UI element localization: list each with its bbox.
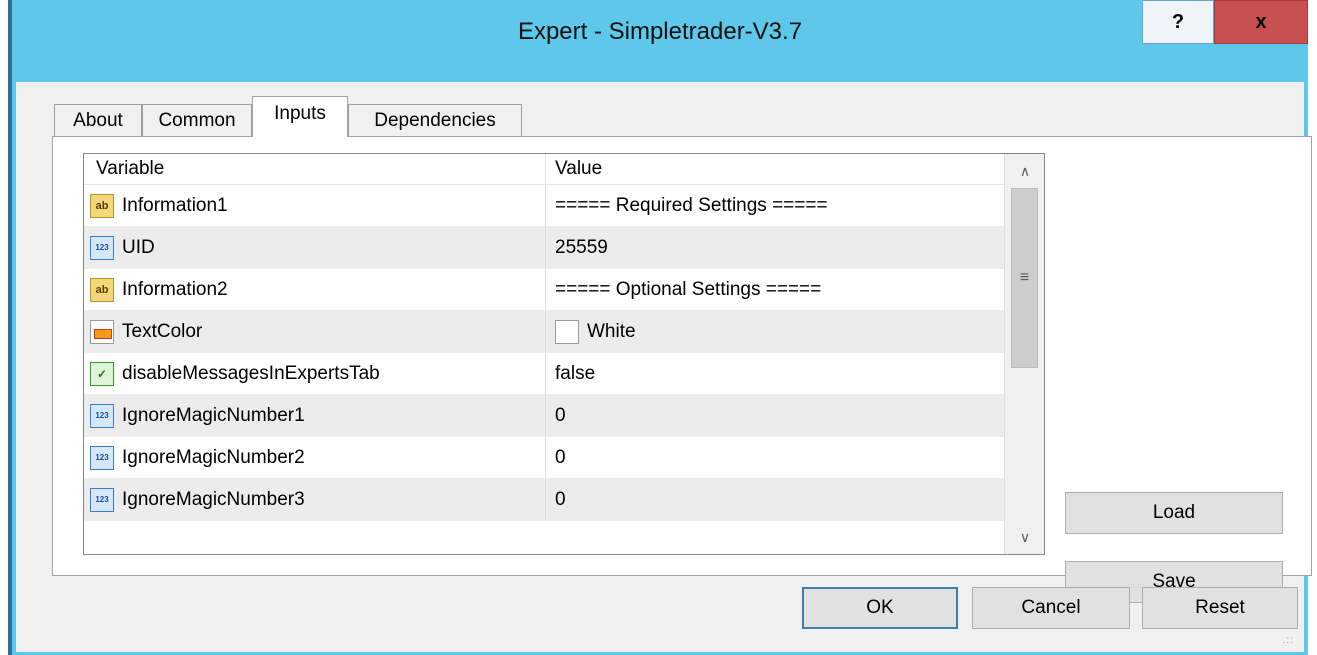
close-button[interactable]: x <box>1214 0 1308 44</box>
help-button[interactable]: ? <box>1142 0 1214 44</box>
cancel-button[interactable]: Cancel <box>972 587 1130 629</box>
tab-about[interactable]: About <box>54 104 142 136</box>
scroll-up-icon[interactable]: ∧ <box>1005 154 1044 188</box>
scroll-down-icon[interactable]: ∨ <box>1005 520 1044 554</box>
variable-cell[interactable]: ab Information1 <box>84 185 546 226</box>
table-row[interactable]: ✓ disableMessagesInExpertsTab false <box>84 353 1004 395</box>
variable-name: Information1 <box>122 194 228 216</box>
tab-common[interactable]: Common <box>142 104 252 136</box>
variable-value: 0 <box>555 488 566 510</box>
load-button[interactable]: Load <box>1065 492 1283 534</box>
variable-name: IgnoreMagicNumber1 <box>122 404 305 426</box>
resize-grip-icon[interactable]: .:: <box>1283 635 1294 646</box>
column-header-value[interactable]: Value <box>547 154 1004 184</box>
table-row[interactable]: ab Information2 ===== Optional Settings ==… <box>84 269 1004 311</box>
variable-value: 25559 <box>555 236 608 258</box>
color-icon <box>90 319 114 344</box>
variable-value: White <box>587 320 636 342</box>
table-row[interactable]: ab Information1 ===== Required Settings ==… <box>84 185 1004 227</box>
123-number-icon: 123 <box>90 235 114 260</box>
reset-button[interactable]: Reset <box>1142 587 1298 629</box>
title-bar[interactable]: Expert - Simpletrader-V3.7 ? x <box>12 0 1308 80</box>
variable-cell[interactable]: 123 UID <box>84 227 546 268</box>
value-cell[interactable]: ===== Optional Settings ===== <box>547 269 1004 310</box>
ok-button[interactable]: OK <box>802 587 958 629</box>
variable-value: ===== Optional Settings ===== <box>555 278 822 300</box>
123-number-icon: 123 <box>90 445 114 470</box>
variable-value: ===== Required Settings ===== <box>555 194 828 216</box>
value-cell[interactable]: 0 <box>547 479 1004 520</box>
variable-cell[interactable]: TextColor <box>84 311 546 352</box>
dialog-client-area: About Common Inputs Dependencies Variabl… <box>16 82 1312 652</box>
table-row[interactable]: 123 IgnoreMagicNumber3 0 <box>84 479 1004 521</box>
ab-string-icon: ab <box>90 193 114 218</box>
123-number-icon: 123 <box>90 487 114 512</box>
value-cell[interactable]: false <box>547 353 1004 394</box>
value-cell[interactable]: 25559 <box>547 227 1004 268</box>
variable-name: UID <box>122 236 155 258</box>
variable-name: IgnoreMagicNumber2 <box>122 446 305 468</box>
window-title: Expert - Simpletrader-V3.7 <box>517 18 803 45</box>
column-header-variable[interactable]: Variable <box>84 154 546 184</box>
variable-name: disableMessagesInExpertsTab <box>122 362 380 384</box>
load-button-label: Load <box>1152 502 1196 523</box>
variable-name: IgnoreMagicNumber3 <box>122 488 305 510</box>
table-row[interactable]: TextColor White <box>84 311 1004 353</box>
tab-inputs[interactable]: Inputs <box>252 96 348 137</box>
123-number-icon: 123 <box>90 403 114 428</box>
value-cell[interactable]: 0 <box>547 395 1004 436</box>
ab-string-icon: ab <box>90 277 114 302</box>
vertical-scrollbar[interactable]: ∧ ≡ ∨ <box>1004 154 1044 554</box>
inputs-panel: Variable Value ab Information1 ===== Requi… <box>52 136 1312 603</box>
scroll-thumb[interactable]: ≡ <box>1011 188 1038 368</box>
value-cell[interactable]: ===== Required Settings ===== <box>547 185 1004 226</box>
inputs-grid: Variable Value ab Information1 ===== Requi… <box>83 153 1045 555</box>
variable-cell[interactable]: 123 IgnoreMagicNumber2 <box>84 437 546 478</box>
tab-dependencies[interactable]: Dependencies <box>348 104 522 136</box>
variable-name: Information2 <box>122 278 228 300</box>
variable-cell[interactable]: 123 IgnoreMagicNumber3 <box>84 479 546 520</box>
variable-cell[interactable]: ab Information2 <box>84 269 546 310</box>
variable-cell[interactable]: ✓ disableMessagesInExpertsTab <box>84 353 546 394</box>
variable-name: TextColor <box>122 320 203 342</box>
value-cell[interactable]: White <box>547 311 1004 352</box>
variable-value: false <box>555 362 596 384</box>
color-swatch[interactable] <box>555 319 579 344</box>
table-row[interactable]: 123 UID 25559 <box>84 227 1004 269</box>
table-row[interactable]: 123 IgnoreMagicNumber1 0 <box>84 395 1004 437</box>
expert-dialog: Expert - Simpletrader-V3.7 ? x About Com… <box>8 0 1312 655</box>
variable-value: 0 <box>555 404 566 426</box>
grid-header: Variable Value <box>84 154 1004 185</box>
table-row[interactable]: 123 IgnoreMagicNumber2 0 <box>84 437 1004 479</box>
variable-cell[interactable]: 123 IgnoreMagicNumber1 <box>84 395 546 436</box>
value-cell[interactable]: 0 <box>547 437 1004 478</box>
variable-value: 0 <box>555 446 566 468</box>
bool-icon: ✓ <box>90 361 114 386</box>
